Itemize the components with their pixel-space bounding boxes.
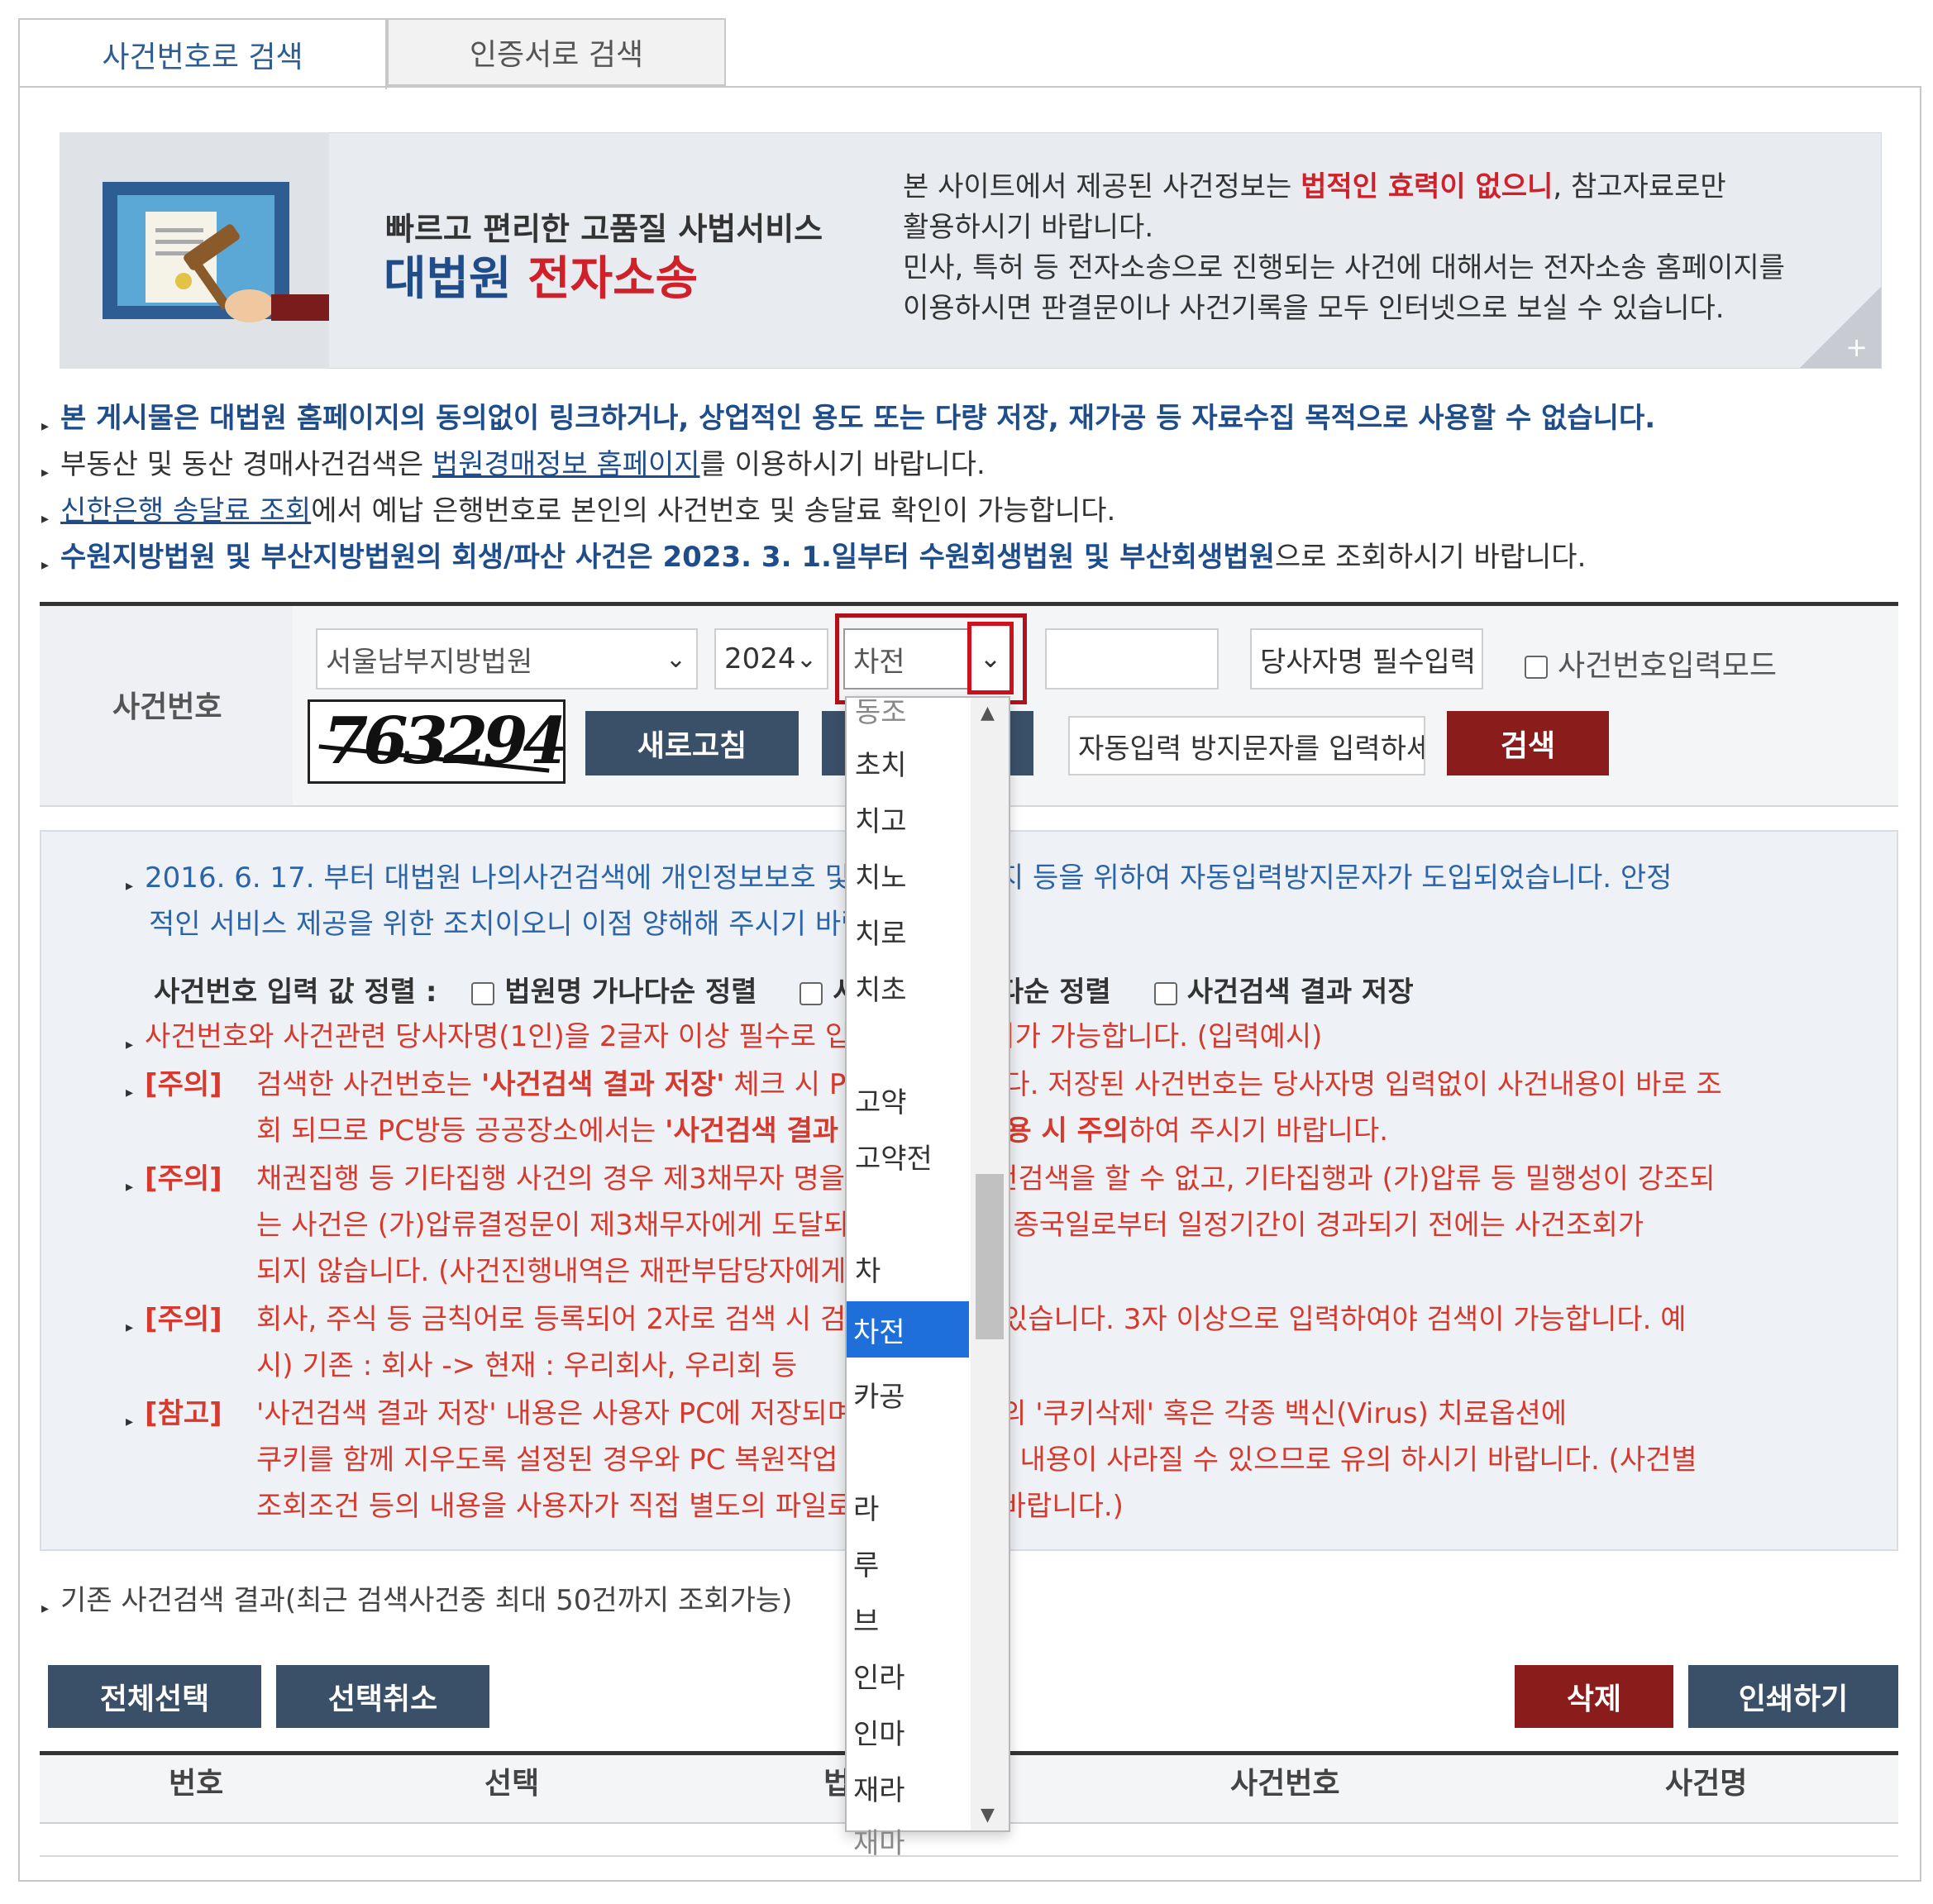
banner-corner (1800, 287, 1881, 368)
court-value: 서울남부지방법원 (326, 645, 533, 679)
notice-auction: 부동산 및 동산 경매사건검색은 법원경매정보 홈페이지를 이용하시기 바랍니다… (41, 441, 986, 482)
case-number-label: 사건번호 (112, 690, 222, 724)
search-button[interactable]: 검색 (1447, 711, 1609, 775)
reference-tag: [참고] (145, 1397, 222, 1430)
party-name-input[interactable]: 당사자명 필수입력 (1250, 628, 1483, 690)
dropdown-option[interactable]: 고약전 (855, 1136, 933, 1176)
scrollbar-thumb[interactable] (976, 1174, 1004, 1339)
captcha-image: 763294 (308, 699, 566, 784)
captcha-input[interactable]: 자동입력 방지문자를 입력하세요 (1068, 716, 1425, 775)
caution-3: [주의] (126, 1296, 222, 1337)
caution-tag: [주의] (145, 1068, 222, 1101)
sort-by-court-checkbox[interactable]: 법원명 가나다순 정렬 (471, 976, 757, 1009)
input-mode-checkbox[interactable]: 사건번호입력모드 (1525, 642, 1777, 685)
col-case-name: 사건명 (1665, 1767, 1748, 1801)
sort-options: 사건번호 입력 값 정렬 : 법원명 가나다순 정렬 사건번호 가나다순 정렬 … (154, 969, 1414, 1009)
dropdown-option[interactable]: 치초 (855, 967, 907, 1008)
caution-2-text: 되지 않습니다. (사건진행내역은 재판부담당자에게 문의) (256, 1255, 919, 1288)
notice-text: 으로 조회하시기 바랍니다. (1274, 541, 1587, 574)
table-bottom-line (40, 1855, 1898, 1857)
select-all-button[interactable]: 전체선택 (48, 1665, 261, 1728)
caution-2: [주의] (126, 1156, 222, 1196)
plus-icon: + (1845, 332, 1868, 363)
notice-rehabilitation: 수원지방법원 및 부산지방법원의 회생/파산 사건은 2023. 3. 1.일부… (41, 534, 1586, 575)
col-select: 선택 (484, 1767, 540, 1801)
caution-1: [주의] (126, 1062, 222, 1102)
checkbox[interactable] (471, 981, 495, 1005)
notice-copyright: 본 게시물은 대법원 홈페이지의 동의없이 링크하거나, 상업적인 용도 또는 … (41, 395, 1655, 436)
sort-option-label: 사건검색 결과 저장 (1186, 976, 1414, 1009)
tab-label: 사건번호로 검색 (102, 41, 303, 74)
col-case-number: 사건번호 (1230, 1767, 1340, 1801)
gavel-document-icon (60, 132, 329, 369)
caution-text: '사건검색 결과 저장' (480, 1068, 725, 1101)
year-select[interactable]: 2024 ⌄ (714, 628, 828, 690)
print-button[interactable]: 인쇄하기 (1688, 1665, 1898, 1728)
checkbox[interactable] (799, 981, 823, 1005)
caution-text: 하여 주시기 바랍니다. (1129, 1114, 1389, 1148)
notice-text: 부동산 및 동산 경매사건검색은 (60, 448, 432, 481)
notice-text: 를 이용하시기 바랍니다. (699, 448, 986, 481)
reference-note: [참고] (126, 1391, 222, 1431)
notice-text: 수원지방법원 및 부산지방법원의 회생/파산 사건은 2023. 3. 1.일부… (60, 541, 1275, 574)
brand-main: 대법원 (384, 252, 512, 306)
checkbox[interactable] (1153, 981, 1177, 1005)
chevron-down-icon: ⌄ (795, 645, 817, 674)
dropdown-option[interactable]: 초치 (855, 742, 907, 783)
dropdown-option[interactable]: 치고 (855, 799, 907, 839)
sort-label: 사건번호 입력 값 정렬 : (154, 976, 437, 1009)
caution-text: 회 되므로 PC방등 공공장소에서는 (256, 1114, 666, 1148)
case-number-input[interactable] (1045, 628, 1219, 690)
shinhan-fee-link[interactable]: 신한은행 송달료 조회 (60, 494, 311, 527)
checkbox[interactable] (1525, 656, 1548, 679)
sort-option-label: 법원명 가나다순 정렬 (504, 976, 757, 1009)
banner-text: , 참고자료로만 (1553, 170, 1726, 203)
history-title: 기존 사건검색 결과(최근 검색사건중 최대 50건까지 조회가능) (41, 1577, 792, 1618)
banner-description: 본 사이트에서 제공된 사건정보는 법적인 효력이 없으니, 참고자료로만 활용… (903, 167, 1785, 329)
court-select[interactable]: 서울남부지방법원 ⌄ (316, 628, 698, 690)
brand-accent: 전자소송 (527, 252, 699, 306)
banner-text: 본 사이트에서 제공된 사건정보는 (903, 170, 1301, 203)
dropdown-option[interactable]: 치노 (855, 855, 907, 895)
col-number: 번호 (169, 1767, 224, 1801)
caution-tag: [주의] (145, 1303, 222, 1336)
scroll-down-arrow-icon[interactable]: ▼ (981, 1805, 995, 1825)
deselect-button[interactable]: 선택취소 (276, 1665, 489, 1728)
save-results-checkbox[interactable]: 사건검색 결과 저장 (1153, 976, 1414, 1009)
year-value: 2024 (724, 642, 796, 675)
caution-1-text: 회 되므로 PC방등 공공장소에서는 '사건검색 결과 저장' 기능 사용 시 … (256, 1108, 1388, 1148)
notice-text: 에서 예납 은행번호로 본인의 사건번호 및 송달료 확인이 가능합니다. (311, 494, 1116, 527)
captcha-notice-cont: 적인 서비스 제공을 위한 조치이오니 이점 양해해 주시기 바랍니다. (149, 908, 928, 941)
caution-3-text: 시) 기존 : 회사 -> 현재 : 우리회사, 우리회 등 (256, 1349, 798, 1382)
tab-label: 인증서로 검색 (469, 38, 644, 72)
selected-option-label: 차전 (853, 1316, 905, 1349)
banner-brand: 대법원 전자소송 (384, 241, 698, 308)
auction-info-link[interactable]: 법원경매정보 홈페이지 (432, 448, 700, 481)
banner-text: 활용하시기 바랍니다. (903, 211, 1154, 244)
delete-button[interactable]: 삭제 (1515, 1665, 1673, 1728)
banner-warning: 법적인 효력이 없으니 (1301, 170, 1554, 203)
input-mode-label: 사건번호입력모드 (1558, 649, 1777, 683)
dropdown-option[interactable]: 치로 (855, 911, 907, 952)
caution-tag: [주의] (145, 1162, 222, 1195)
scroll-up-arrow-icon[interactable]: ▲ (981, 703, 995, 723)
notice-shinhan: 신한은행 송달료 조회에서 예납 은행번호로 본인의 사건번호 및 송달료 확인… (41, 488, 1115, 528)
party-name-notice: 사건번호와 사건관련 당사자명(1인)을 2글자 이상 필수로 입력하셔야 조회… (126, 1014, 1322, 1054)
dropdown-option[interactable]: 차 (855, 1248, 881, 1289)
dropdown-option[interactable]: 고약 (855, 1080, 907, 1120)
dropdown-option-selected[interactable]: 차전 (847, 1301, 969, 1358)
banner-text: 민사, 특허 등 전자소송으로 진행되는 사건에 대해서는 전자소송 홈페이지를 (903, 251, 1785, 284)
chevron-down-icon: ⌄ (665, 645, 686, 674)
tab-case-number-search[interactable]: 사건번호로 검색 (18, 18, 387, 89)
caution-text: 검색한 사건번호는 (256, 1068, 481, 1101)
tab-certificate-search[interactable]: 인증서로 검색 (387, 18, 726, 86)
chevron-down-icon[interactable]: ⌄ (967, 622, 1014, 694)
dropdown-option[interactable]: 동조 (855, 698, 907, 730)
refresh-captcha-button[interactable]: 새로고침 (585, 711, 799, 775)
banner-text: 이용하시면 판결문이나 사건기록을 모두 인터넷으로 보실 수 있습니다. (903, 292, 1725, 325)
